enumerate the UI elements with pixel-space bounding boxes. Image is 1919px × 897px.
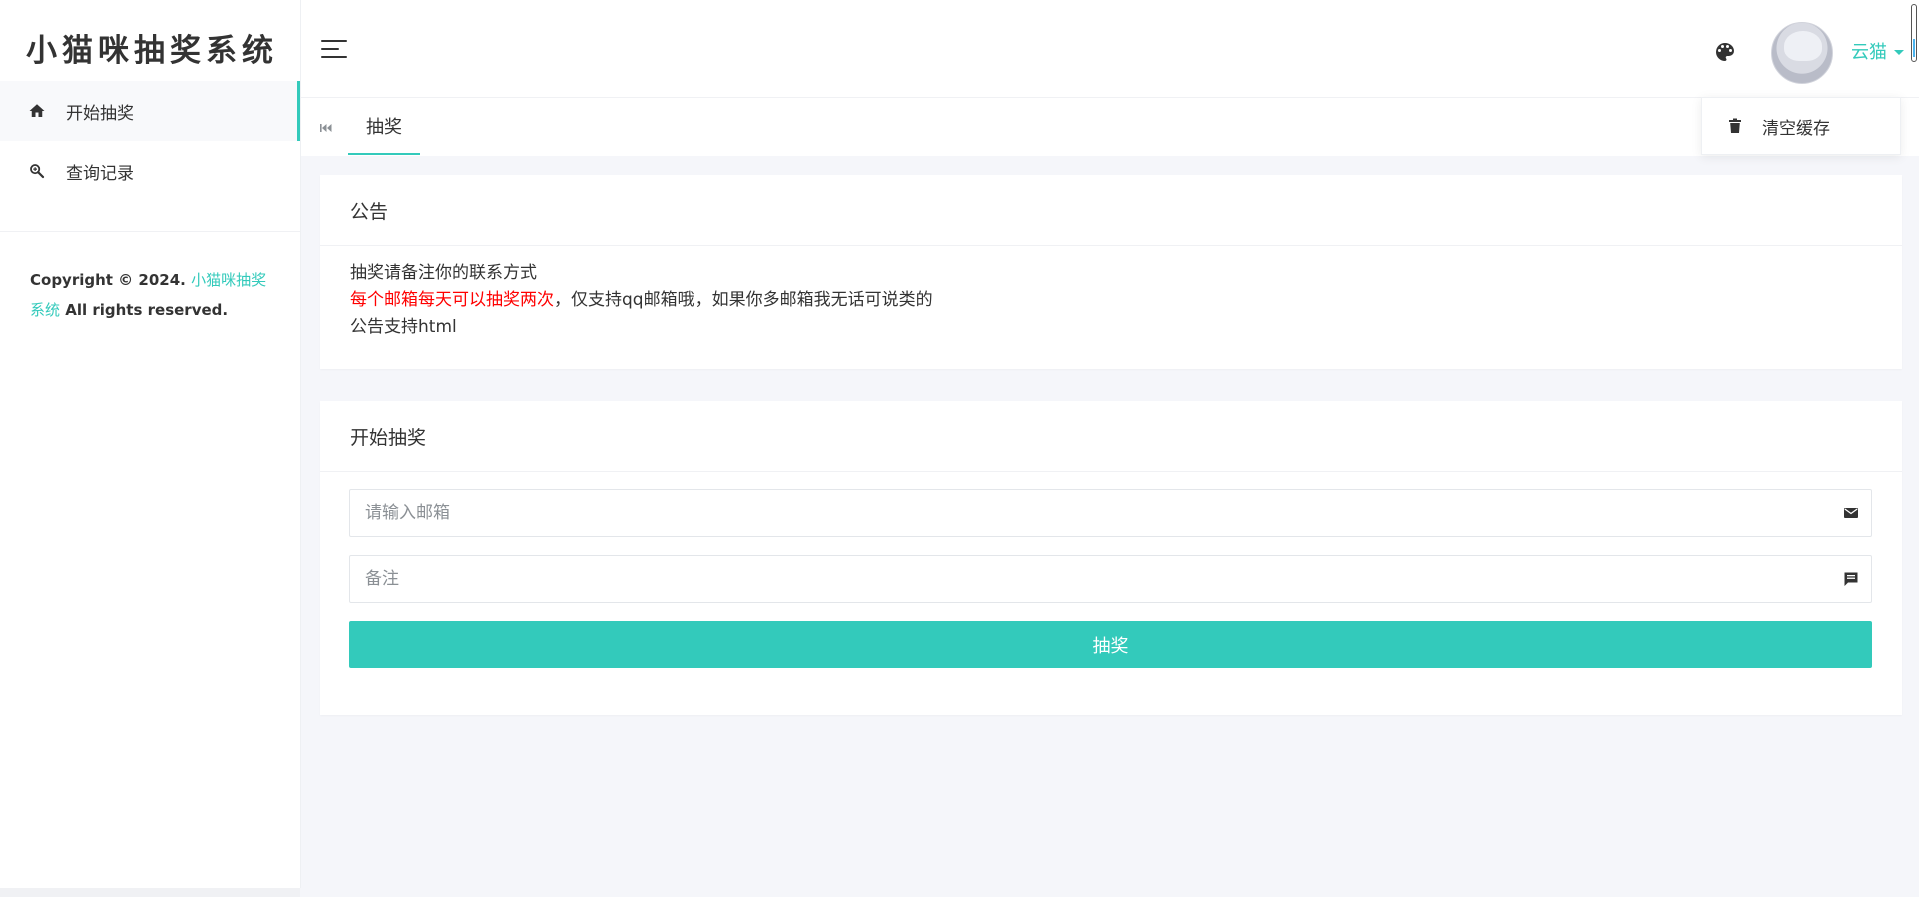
notice-body: 抽奖请备注你的联系方式 每个邮箱每天可以抽奖两次，仅支持qq邮箱哦，如果你多邮箱… (350, 260, 933, 341)
notice-line-2: 每个邮箱每天可以抽奖两次，仅支持qq邮箱哦，如果你多邮箱我无话可说类的 (350, 287, 933, 314)
chevron-down-icon[interactable] (1894, 50, 1904, 55)
email-field-wrapper (349, 489, 1872, 537)
notice-line-3: 公告支持html (350, 317, 457, 337)
notice-highlight: 每个邮箱每天可以抽奖两次 (350, 290, 554, 310)
clear-cache-label: 清空缓存 (1762, 118, 1830, 139)
draw-submit-button[interactable]: 抽奖 (349, 621, 1872, 668)
trash-icon (1728, 118, 1742, 134)
notice-line-1: 抽奖请备注你的联系方式 (350, 263, 537, 283)
top-header: 云猫 (301, 0, 1919, 97)
note-field-wrapper (349, 555, 1872, 603)
skip-back-icon[interactable] (319, 120, 333, 134)
sidebar-nav: 开始抽奖 查询记录 (0, 81, 300, 201)
notice-title: 公告 (350, 200, 389, 223)
copyright-text: Copyright © 2024. 小猫咪抽奖系统 All rights res… (30, 265, 280, 325)
draw-title: 开始抽奖 (350, 426, 427, 449)
tab-draw[interactable]: 抽奖 (348, 98, 420, 155)
search-record-icon (28, 162, 46, 180)
avatar-figure (1784, 31, 1822, 61)
app-logo[interactable]: 小猫咪抽奖系统 (26, 25, 278, 70)
notice-card: 公告 抽奖请备注你的联系方式 每个邮箱每天可以抽奖两次，仅支持qq邮箱哦，如果你… (320, 175, 1902, 369)
user-dropdown-menu: 清空缓存 (1701, 97, 1901, 155)
tabs-bar: 抽奖 (301, 97, 1919, 156)
note-input[interactable] (350, 556, 1871, 602)
draw-card: 开始抽奖 抽奖 (320, 401, 1902, 715)
card-divider (320, 471, 1902, 472)
sidebar-item-label: 查询记录 (66, 163, 134, 184)
comment-icon (1843, 571, 1859, 587)
email-input[interactable] (350, 490, 1871, 536)
scrollbar[interactable] (1911, 4, 1917, 62)
user-name[interactable]: 云猫 (1851, 38, 1887, 64)
clear-cache-menu-item[interactable]: 清空缓存 (1702, 98, 1900, 154)
palette-icon[interactable] (1713, 40, 1737, 64)
sidebar-item-label: 开始抽奖 (66, 103, 134, 124)
sidebar-item-start-draw[interactable]: 开始抽奖 (0, 81, 300, 141)
copyright-suffix: All rights reserved. (60, 301, 229, 319)
scrollbar-thumb[interactable] (1913, 39, 1915, 57)
card-divider (320, 245, 1902, 246)
mail-icon (1843, 505, 1859, 521)
menu-toggle-icon[interactable] (321, 40, 347, 60)
sidebar-divider (0, 231, 300, 232)
notice-line-2-rest: ，仅支持qq邮箱哦，如果你多邮箱我无话可说类的 (554, 290, 933, 310)
sidebar: 小猫咪抽奖系统 开始抽奖 查询记录 Copyright © 2024. 小猫咪抽… (0, 0, 301, 897)
sidebar-bottom-bar (0, 888, 300, 897)
avatar[interactable] (1771, 22, 1833, 84)
copyright-prefix: Copyright © 2024. (30, 271, 192, 289)
home-icon (28, 102, 46, 120)
sidebar-item-query-records[interactable]: 查询记录 (0, 141, 300, 201)
